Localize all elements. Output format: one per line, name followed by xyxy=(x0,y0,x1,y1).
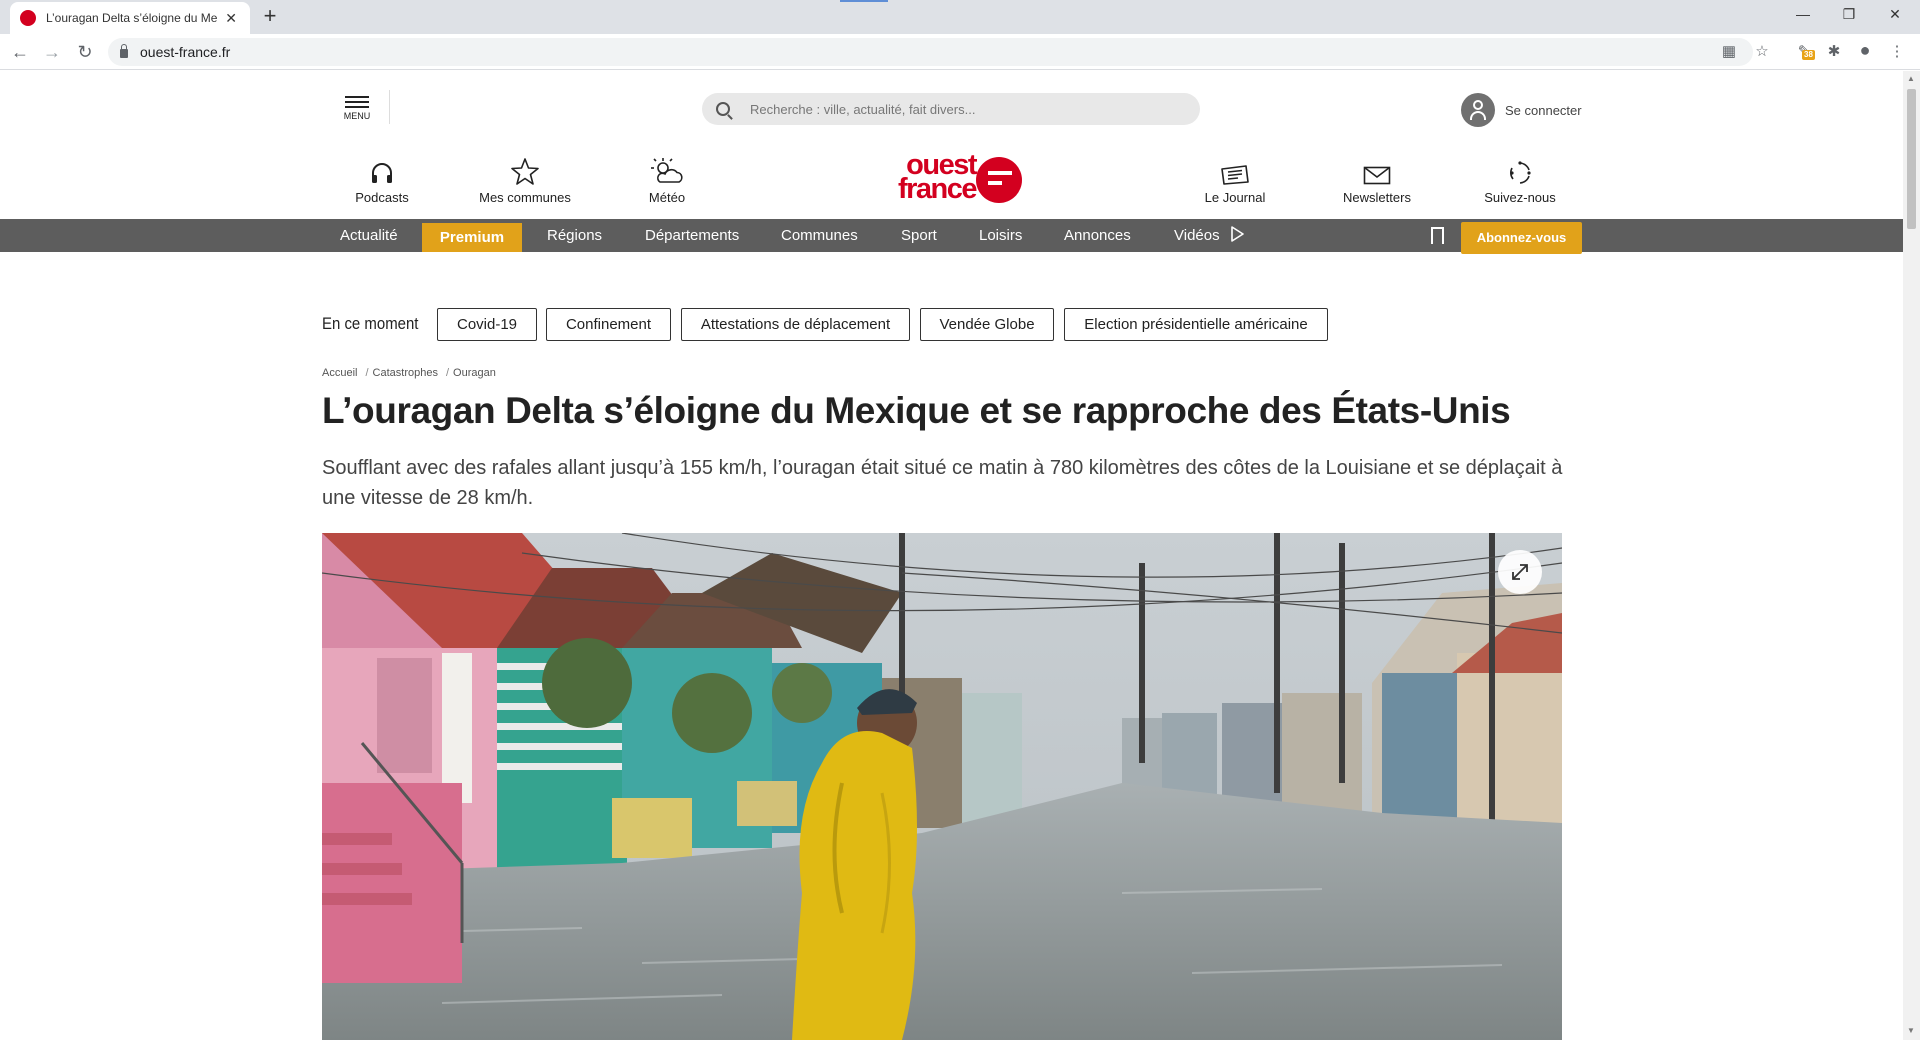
topnav-suivez-nous[interactable]: Suivez-nous xyxy=(1460,155,1580,207)
main-navigation: Actualité Premium Régions Départements C… xyxy=(0,219,1903,254)
extension-badge: 38 xyxy=(1802,50,1815,60)
menu-button[interactable]: MENU xyxy=(340,96,374,130)
breadcrumb-catastrophes[interactable]: Catastrophes xyxy=(373,367,438,379)
nav-annonces[interactable]: Annonces xyxy=(1064,219,1131,252)
topnav-newsletters[interactable]: Newsletters xyxy=(1317,155,1437,207)
subscribe-button[interactable]: Abonnez-vous xyxy=(1461,222,1582,254)
article-photo xyxy=(322,533,1562,1040)
topnav-label: Le Journal xyxy=(1204,190,1266,205)
qr-code-icon[interactable]: ▦ xyxy=(1719,42,1739,60)
window-close-icon[interactable]: ✕ xyxy=(1872,4,1918,24)
logo-mark-icon xyxy=(976,157,1022,203)
share-icon xyxy=(1460,155,1580,185)
favicon-icon xyxy=(20,10,36,26)
bookmark-star-icon[interactable]: ☆ xyxy=(1752,42,1772,60)
topnav-label: Mes communes xyxy=(479,190,571,205)
new-tab-button[interactable]: + xyxy=(258,5,282,29)
newspaper-icon xyxy=(1175,155,1295,185)
nav-premium[interactable]: Premium xyxy=(422,223,522,252)
search-bar[interactable] xyxy=(702,93,1200,125)
breadcrumb-separator: / xyxy=(445,367,450,379)
tag-attestations[interactable]: Attestations de déplacement xyxy=(681,308,910,341)
vertical-scrollbar[interactable]: ▲ ▼ xyxy=(1903,71,1920,1040)
browser-tab-strip: L’ouragan Delta s’éloigne du Me ✕ + — ❐ … xyxy=(0,0,1920,34)
login-label: Se connecter xyxy=(1505,102,1582,118)
expand-image-button[interactable] xyxy=(1498,550,1542,594)
envelope-icon xyxy=(1317,155,1437,185)
topnav-podcasts[interactable]: Podcasts xyxy=(322,155,442,207)
weather-icon xyxy=(607,155,727,185)
restore-icon[interactable]: ❐ xyxy=(1826,4,1872,24)
search-input[interactable] xyxy=(750,101,1150,117)
menu-label: MENU xyxy=(343,111,371,121)
nav-actualite[interactable]: Actualité xyxy=(340,219,398,252)
topnav-mes-communes[interactable]: Mes communes xyxy=(465,155,585,207)
tag-vendee-globe[interactable]: Vendée Globe xyxy=(920,308,1054,341)
tag-election[interactable]: Election présidentielle américaine xyxy=(1064,308,1328,341)
url-text: ouest-france.fr xyxy=(140,44,231,60)
puzzle-icon[interactable]: ✱ xyxy=(1824,42,1844,60)
topnav-meteo[interactable]: Météo xyxy=(607,155,727,207)
tab-title: L’ouragan Delta s’éloigne du Me xyxy=(46,11,218,25)
breadcrumb-ouragan[interactable]: Ouragan xyxy=(453,367,496,379)
back-icon[interactable]: ← xyxy=(8,40,32,64)
topnav-label: Newsletters xyxy=(1343,190,1411,205)
nav-communes[interactable]: Communes xyxy=(781,219,858,252)
nav-videos[interactable]: Vidéos xyxy=(1174,219,1244,252)
article-title: L’ouragan Delta s’éloigne du Mexique et … xyxy=(322,390,1511,431)
address-bar[interactable]: ouest-france.fr xyxy=(108,38,1753,66)
trending-label: En ce moment xyxy=(322,314,419,333)
tab-close-icon[interactable]: ✕ xyxy=(222,10,240,27)
logo-wordmark: ouest france xyxy=(897,149,978,205)
user-icon xyxy=(1461,93,1495,127)
breadcrumb: Accueil / Catastrophes / Ouragan xyxy=(322,367,500,379)
minimize-icon[interactable]: — xyxy=(1780,4,1826,24)
scrollbar-thumb[interactable] xyxy=(1907,89,1916,229)
topnav-label: Podcasts xyxy=(355,190,409,205)
search-icon xyxy=(716,102,730,116)
bookmark-icon[interactable] xyxy=(1431,227,1444,245)
lock-icon xyxy=(120,44,128,58)
article-lead: Soufflant avec des rafales allant jusqu’… xyxy=(322,457,1563,509)
scroll-up-icon[interactable]: ▲ xyxy=(1907,74,1915,83)
reload-icon[interactable]: ↻ xyxy=(73,40,97,64)
headphones-icon xyxy=(322,155,442,185)
expand-icon xyxy=(1512,564,1528,580)
topnav-label: Météo xyxy=(648,190,686,205)
nav-loisirs[interactable]: Loisirs xyxy=(979,219,1022,252)
ouest-france-logo[interactable]: ouest france xyxy=(876,149,1026,207)
forward-icon[interactable]: → xyxy=(40,40,64,64)
profile-icon[interactable]: ● xyxy=(1855,40,1875,61)
hamburger-icon xyxy=(345,96,369,108)
menu-divider xyxy=(389,90,390,124)
scroll-down-icon[interactable]: ▼ xyxy=(1907,1026,1915,1035)
browser-tab[interactable]: L’ouragan Delta s’éloigne du Me ✕ xyxy=(10,2,250,34)
nav-videos-label: Vidéos xyxy=(1174,227,1220,244)
nav-departements[interactable]: Départements xyxy=(645,219,739,252)
tab-strip-indicator xyxy=(840,0,888,2)
tag-covid[interactable]: Covid-19 xyxy=(437,308,537,341)
login-button[interactable]: Se connecter xyxy=(1461,93,1582,127)
kebab-menu-icon[interactable]: ⋮ xyxy=(1887,42,1907,60)
nav-sport[interactable]: Sport xyxy=(901,219,937,252)
topnav-label: Suivez-nous xyxy=(1484,190,1556,205)
web-page: MENU Se connecter Podcasts Mes communes … xyxy=(0,71,1903,1040)
tag-confinement[interactable]: Confinement xyxy=(546,308,671,341)
star-icon xyxy=(465,155,585,185)
topnav-le-journal[interactable]: Le Journal xyxy=(1175,155,1295,207)
breadcrumb-separator: / xyxy=(365,367,369,379)
play-icon xyxy=(1230,226,1244,242)
browser-toolbar: ← → ↻ ouest-france.fr ▦ ☆ ✎ ✱ ● ⋮ xyxy=(0,34,1920,70)
breadcrumb-accueil[interactable]: Accueil xyxy=(322,367,357,379)
nav-regions[interactable]: Régions xyxy=(547,219,602,252)
flooded-street-image xyxy=(322,533,1562,1040)
